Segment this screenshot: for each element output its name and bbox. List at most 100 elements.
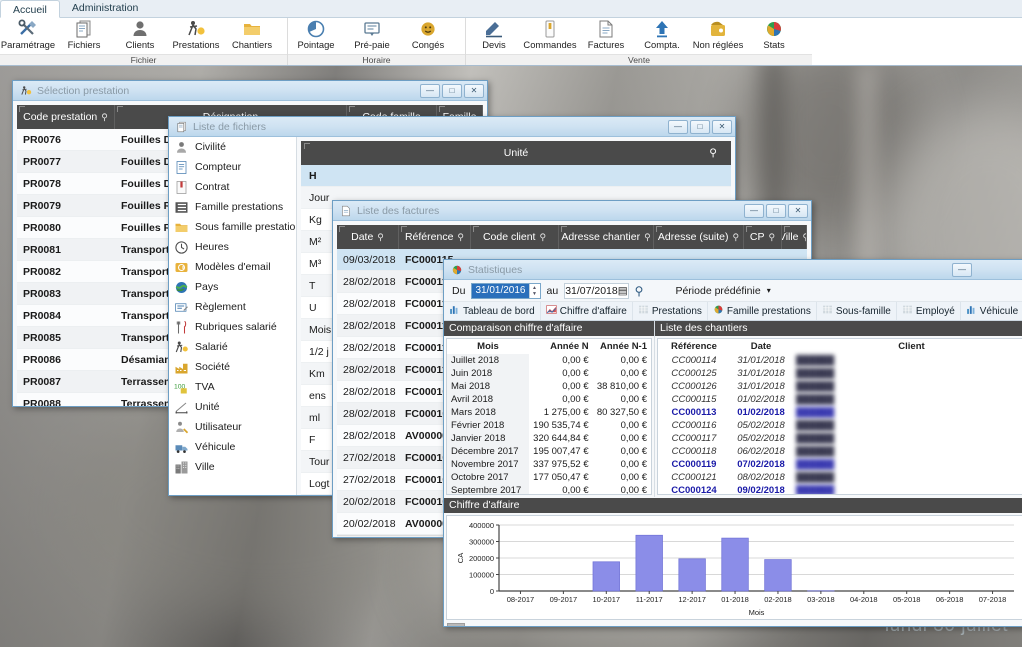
table-row[interactable]: CC000117 05/02/2018 ██████ <box>658 432 1022 445</box>
filter-icon[interactable]: ⚲ <box>377 232 384 243</box>
files-nav-item-contrat[interactable]: Contrat <box>169 177 296 197</box>
filter-icon[interactable]: ⚲ <box>539 232 546 243</box>
filter-icon[interactable]: ⚲ <box>769 232 776 243</box>
stat-tab-famille-prestations[interactable]: Famille prestations <box>708 302 817 320</box>
date-from-input[interactable]: 31/01/2016 ▲ ▼ <box>471 282 541 299</box>
files-nav-item-heures[interactable]: Heures <box>169 237 296 257</box>
files-nav-item-mod-les-d-email[interactable]: Modèles d'email <box>169 257 296 277</box>
table-row[interactable]: Juillet 2018 0,00 € 0,00 € <box>447 354 651 367</box>
files-nav-item-pays[interactable]: Pays <box>169 277 296 297</box>
table-row[interactable]: Janvier 2018 320 644,84 € 0,00 € <box>447 432 651 445</box>
table-row[interactable]: Mai 2018 0,00 € 38 810,00 € <box>447 380 651 393</box>
close-button[interactable]: ✕ <box>712 119 732 134</box>
column-header-date[interactable]: Date ⚲ <box>337 225 399 249</box>
files-nav-item-famille-prestations[interactable]: Famille prestations <box>169 197 296 217</box>
table-row[interactable]: Février 2018 190 535,74 € 0,00 € <box>447 419 651 432</box>
ribbon-button-chantiers[interactable]: Chantiers <box>224 18 280 54</box>
files-nav-item-compteur[interactable]: Compteur <box>169 157 296 177</box>
files-nav-item-tva[interactable]: 100 TVA <box>169 377 296 397</box>
calendar-icon[interactable]: ▤ <box>618 285 628 297</box>
chevron-down-icon[interactable]: ▾ <box>767 286 771 295</box>
column-header-adresse-chantier[interactable]: Adresse chantier ⚲ <box>559 225 654 249</box>
column-header-ville[interactable]: Ville⚲ <box>782 225 807 249</box>
minimize-button[interactable]: — <box>420 83 440 98</box>
filter-icon[interactable]: ⚲ <box>644 232 651 243</box>
table-row[interactable]: CC000116 05/02/2018 ██████ <box>658 419 1022 432</box>
ribbon-button-devis[interactable]: Devis <box>466 18 522 54</box>
spinner-icon[interactable]: ▲ ▼ <box>528 283 540 298</box>
magnifier-icon[interactable]: ⚲ <box>635 284 644 298</box>
column-header-reference[interactable]: Référence ⚲ <box>399 225 471 249</box>
window-titlebar[interactable]: Liste de fichiers — □ ✕ <box>169 117 735 137</box>
files-nav-item-soci-t[interactable]: Société <box>169 357 296 377</box>
table-row[interactable]: Mars 2018 1 275,00 € 80 327,50 € <box>447 406 651 419</box>
ribbon-button-clients[interactable]: Clients <box>112 18 168 54</box>
ribbon-button-pointage[interactable]: Pointage <box>288 18 344 54</box>
close-button[interactable]: ✕ <box>464 83 484 98</box>
files-nav-item-rubriques-salari[interactable]: Rubriques salarié <box>169 317 296 337</box>
window-titlebar[interactable]: Sélection prestation — □ ✕ <box>13 81 487 101</box>
ribbon-tab-accueil[interactable]: Accueil <box>0 0 60 18</box>
column-header-unite[interactable]: Unité ⚲ <box>301 141 731 165</box>
minimize-button[interactable]: — <box>952 262 972 277</box>
files-nav-item-r-glement[interactable]: Règlement <box>169 297 296 317</box>
filter-icon[interactable]: ⚲ <box>733 232 740 243</box>
table-row[interactable]: Novembre 2017 337 975,52 € 0,00 € <box>447 458 651 471</box>
ribbon-button-compta[interactable]: Compta. <box>634 18 690 54</box>
table-row[interactable]: CC000113 01/02/2018 ██████ <box>658 406 1022 419</box>
filter-icon[interactable]: ⚲ <box>709 147 717 159</box>
table-row[interactable]: CC000121 08/02/2018 ██████ <box>658 471 1022 484</box>
column-header-adresse-suite[interactable]: Adresse (suite) ⚲ <box>654 225 744 249</box>
column-header-code-prestation[interactable]: Code prestation ⚲ <box>17 105 115 129</box>
table-row[interactable]: CC000126 31/01/2018 ██████ <box>658 380 1022 393</box>
filter-icon[interactable]: ⚲ <box>803 232 806 243</box>
column-header-cp[interactable]: CP ⚲ <box>744 225 782 249</box>
stat-tab-prestations[interactable]: Prestations <box>633 302 708 320</box>
ribbon-button-stats[interactable]: Stats <box>746 18 802 54</box>
ribbon-button-prestations[interactable]: Prestations <box>168 18 224 54</box>
maximize-button[interactable]: □ <box>690 119 710 134</box>
ribbon-button-non-reglees[interactable]: Non réglées <box>690 18 746 54</box>
window-titlebar[interactable]: Liste des factures — □ ✕ <box>333 201 811 221</box>
maximize-button[interactable]: □ <box>442 83 462 98</box>
files-nav-item-civilit[interactable]: Civilité <box>169 137 296 157</box>
maximize-button[interactable]: □ <box>766 203 786 218</box>
stat-tab-tableau-de-bord[interactable]: Tableau de bord <box>444 302 541 320</box>
unit-row[interactable]: H <box>301 165 731 187</box>
ribbon-button-parametrage[interactable]: Paramétrage <box>0 18 56 54</box>
column-header-code-client[interactable]: Code client ⚲ <box>471 225 559 249</box>
filter-icon[interactable]: ⚲ <box>101 112 108 123</box>
ribbon-button-commandes[interactable]: Commandes <box>522 18 578 54</box>
ribbon-button-factures[interactable]: Factures <box>578 18 634 54</box>
ribbon-tab-administration[interactable]: Administration <box>60 0 151 17</box>
files-nav-item-unit[interactable]: Unité <box>169 397 296 417</box>
table-row[interactable]: Décembre 2017 195 007,47 € 0,00 € <box>447 445 651 458</box>
stat-tab-chiffre-d-affaire[interactable]: Chiffre d'affaire <box>541 302 633 320</box>
stat-tab-sous-famille[interactable]: Sous-famille <box>817 302 897 320</box>
stat-tab-v-hicule[interactable]: Véhicule <box>961 302 1022 320</box>
table-row[interactable]: Octobre 2017 177 050,47 € 0,00 € <box>447 471 651 484</box>
table-row[interactable]: CC000118 06/02/2018 ██████ <box>658 445 1022 458</box>
files-nav-item-sous-famille-prestations[interactable]: Sous famille prestations <box>169 217 296 237</box>
date-to-input[interactable]: 31/07/2018 ▤ <box>564 282 629 299</box>
scrollbar-thumb[interactable] <box>447 623 465 626</box>
window-titlebar[interactable]: Statistiques — <box>444 260 1022 280</box>
chart-scrollbar[interactable] <box>444 622 1022 626</box>
table-row[interactable]: CC000115 01/02/2018 ██████ <box>658 393 1022 406</box>
ribbon-button-conges[interactable]: Congés <box>400 18 456 54</box>
files-nav-item-v-hicule[interactable]: Véhicule <box>169 437 296 457</box>
minimize-button[interactable]: — <box>744 203 764 218</box>
close-button[interactable]: ✕ <box>788 203 808 218</box>
stat-tab-employ[interactable]: Employé <box>897 302 961 320</box>
filter-icon[interactable]: ⚲ <box>457 232 464 243</box>
files-nav-item-ville[interactable]: Ville <box>169 457 296 477</box>
table-row[interactable]: CC000119 07/02/2018 ██████ <box>658 458 1022 471</box>
files-nav-item-salari[interactable]: Salarié <box>169 337 296 357</box>
table-row[interactable]: Septembre 2017 0,00 € 0,00 € <box>447 484 651 494</box>
table-row[interactable]: CC000125 31/01/2018 ██████ <box>658 367 1022 380</box>
minimize-button[interactable]: — <box>668 119 688 134</box>
table-row[interactable]: Avril 2018 0,00 € 0,00 € <box>447 393 651 406</box>
ribbon-button-fichiers[interactable]: Fichiers <box>56 18 112 54</box>
table-row[interactable]: CC000124 09/02/2018 ██████ <box>658 484 1022 494</box>
ribbon-button-pre-paie[interactable]: Pré-paie <box>344 18 400 54</box>
